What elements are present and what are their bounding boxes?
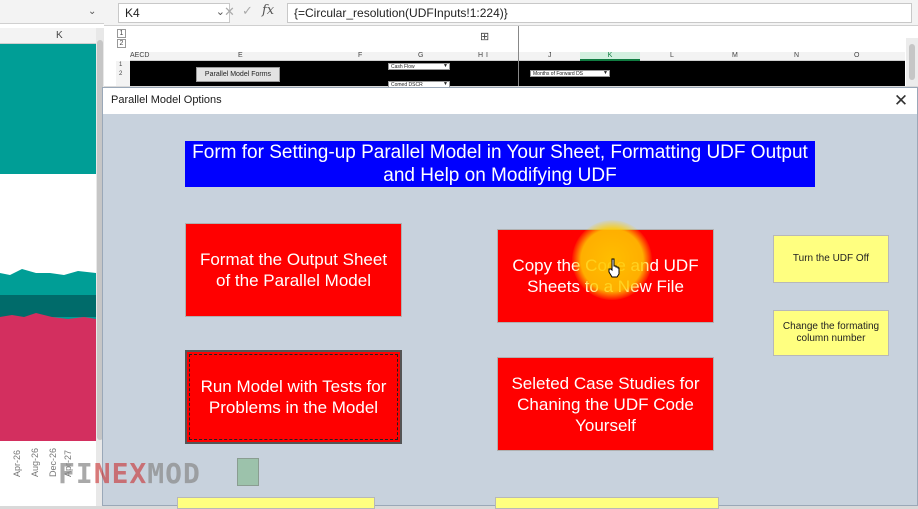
date-label: Dec-26 — [48, 447, 58, 477]
left-column-header[interactable]: K — [0, 28, 96, 44]
crimson-area — [0, 313, 96, 441]
change-format-column-button[interactable]: Change the formating column number — [773, 310, 889, 356]
formula-bar: K4 ⌄ ✕ ✓ fx {=Circular_resolution(UDFInp… — [104, 0, 918, 26]
button-label: Turn the UDF Off — [792, 253, 870, 264]
column-header[interactable]: AECD — [130, 52, 149, 59]
chart-gap — [0, 174, 96, 265]
column-header[interactable]: N — [794, 52, 799, 59]
teal-chart-area — [0, 44, 96, 174]
column-header[interactable]: I — [486, 52, 488, 59]
dark-band — [0, 295, 96, 317]
column-header[interactable]: J — [548, 52, 552, 59]
column-header[interactable]: M — [732, 52, 738, 59]
name-box[interactable]: K4 ⌄ — [118, 3, 230, 23]
bottom-middle-button[interactable] — [495, 497, 719, 509]
enter-icon[interactable]: ✓ — [242, 3, 253, 19]
group-level-1-button[interactable]: 1 — [117, 29, 126, 38]
button-label: Seleted Case Studies for Chaning the UDF… — [511, 373, 700, 435]
column-header[interactable]: O — [854, 52, 859, 59]
dropdown-value: Cash Flow — [391, 64, 415, 70]
button-label: Change the formating column number — [782, 321, 880, 344]
left-workbook-pane: ⌄ K Apr-26 Aug-26 Dec-26 Apr-27 — [0, 0, 104, 506]
formula-input[interactable]: {=Circular_resolution(UDFInputs!1:224)} — [287, 3, 912, 23]
date-label: Apr-26 — [12, 449, 22, 477]
column-header[interactable]: E — [238, 52, 243, 59]
column-header-active[interactable]: K — [580, 52, 640, 61]
row-number[interactable]: 1 — [119, 62, 122, 68]
column-header[interactable]: G — [418, 52, 423, 59]
freeze-pane-divider — [518, 26, 519, 86]
button-label: Format the Output Sheet of the Parallel … — [199, 250, 388, 290]
column-header[interactable]: F — [358, 52, 362, 59]
forward-ds-dropdown[interactable]: Months of Forward DS ▼ — [530, 70, 610, 77]
chevron-down-icon: ▼ — [443, 63, 448, 69]
top-vertical-scrollbar[interactable] — [906, 38, 918, 86]
left-chevron-down-icon[interactable]: ⌄ — [88, 6, 96, 17]
dialog-titlebar[interactable]: Parallel Model Options ✕ — [103, 88, 917, 114]
column-header[interactable]: H — [478, 52, 483, 59]
insert-function-icon[interactable]: fx — [262, 3, 274, 18]
dialog-title: Parallel Model Options — [111, 94, 222, 106]
cash-flow-dropdown[interactable]: Cash Flow ▼ — [388, 63, 450, 70]
finexmod-watermark: FINEXMOD — [58, 457, 201, 490]
column-header[interactable]: L — [670, 52, 674, 59]
bottom-left-button[interactable] — [177, 497, 375, 509]
format-output-sheet-button[interactable]: Format the Output Sheet of the Parallel … — [185, 223, 402, 317]
cancel-icon[interactable]: ✕ — [224, 4, 235, 20]
form-header: Form for Setting-up Parallel Model in Yo… — [185, 141, 815, 187]
cell-reference: K4 — [125, 6, 140, 20]
copy-code-button[interactable]: Copy the Code and UDF Sheets to a New Fi… — [497, 229, 714, 323]
mouse-cursor-icon — [608, 258, 620, 278]
left-column-label: K — [56, 30, 63, 41]
run-model-tests-button[interactable]: Run Model with Tests for Problems in the… — [185, 350, 402, 444]
button-label: Run Model with Tests for Problems in the… — [200, 377, 387, 417]
parallel-model-forms-button[interactable]: Parallel Model Forms — [196, 67, 280, 82]
row-headers: 1 2 — [116, 61, 130, 86]
date-label: Aug-26 — [30, 447, 40, 477]
chevron-down-icon: ▼ — [603, 70, 608, 76]
left-area-chart — [0, 269, 96, 441]
worksheet-area: 1 2 ⊞ AECD E F G H I J K L M N O 1 2 Par… — [104, 26, 918, 88]
dropdown-value: Months of Forward DS — [533, 71, 584, 77]
case-studies-button[interactable]: Seleted Case Studies for Chaning the UDF… — [497, 357, 714, 451]
row-number[interactable]: 2 — [119, 71, 122, 77]
button-label: Copy the Code and UDF Sheets to a New Fi… — [512, 256, 699, 296]
parallel-model-options-dialog: Parallel Model Options ✕ Form for Settin… — [102, 87, 918, 509]
expand-group-icon[interactable]: ⊞ — [480, 30, 489, 43]
turn-udf-off-button[interactable]: Turn the UDF Off — [773, 235, 889, 283]
watermark-logo-box — [237, 458, 259, 486]
group-level-2-button[interactable]: 2 — [117, 39, 126, 48]
close-icon[interactable]: ✕ — [889, 90, 913, 112]
